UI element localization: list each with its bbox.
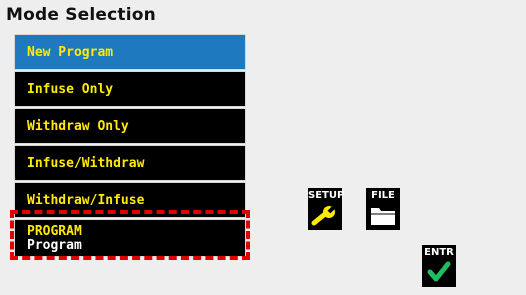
- wrench-icon: [311, 203, 338, 226]
- menu-item-infuse-only[interactable]: Infuse Only: [14, 71, 246, 107]
- enter-button[interactable]: ENTR: [422, 245, 456, 287]
- checkmark-icon: [427, 261, 451, 282]
- menu-item-new-program[interactable]: New Program: [14, 34, 246, 70]
- highlight-box: [10, 210, 250, 260]
- file-button[interactable]: FILE: [366, 188, 400, 230]
- menu-item-infuse-withdraw[interactable]: Infuse/Withdraw: [14, 145, 246, 181]
- enter-label: ENTR: [424, 247, 454, 258]
- setup-label: SETUP: [308, 190, 345, 201]
- file-label: FILE: [371, 190, 395, 201]
- menu-item-label: New Program: [27, 44, 114, 60]
- menu-item-label: Infuse Only: [27, 81, 114, 97]
- setup-button[interactable]: SETUP: [308, 188, 345, 230]
- menu-item-label: Withdraw Only: [27, 118, 129, 134]
- menu-item-withdraw-only[interactable]: Withdraw Only: [14, 108, 246, 144]
- folder-icon: [371, 208, 395, 225]
- page-title: Mode Selection: [6, 5, 156, 25]
- menu-item-label: Withdraw/Infuse: [27, 192, 145, 208]
- menu-item-label: Infuse/Withdraw: [27, 155, 145, 171]
